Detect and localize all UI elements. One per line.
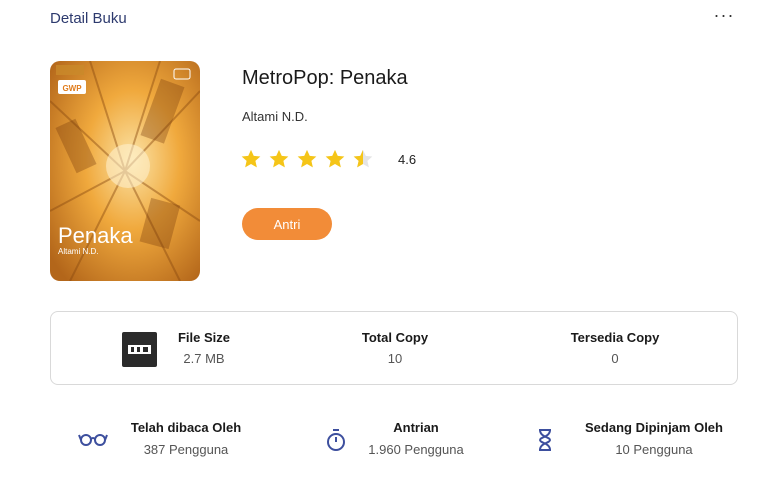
available-copy: Tersedia Copy 0 [555, 330, 675, 366]
read-by-label: Telah dibaca Oleh [130, 420, 242, 435]
more-options-icon[interactable]: ··· [712, 6, 736, 26]
publisher-badge-text: GWP [62, 84, 82, 93]
cover-author: Altami N.D. [58, 247, 98, 256]
file-size: File Size 2.7 MB [161, 330, 247, 366]
total-copy-value: 10 [387, 351, 403, 366]
queue-stat-value: 1.960 Pengguna [368, 442, 464, 457]
book-author: Altami N.D. [242, 109, 308, 124]
stopwatch-icon [327, 429, 345, 451]
rating-value: 4.6 [398, 151, 417, 167]
file-size-value: 2.7 MB [183, 351, 225, 366]
drm-icon [122, 332, 157, 367]
borrowed-by-value: 10 Pengguna [615, 442, 693, 457]
hourglass-icon [538, 429, 552, 451]
available-copy-value: 0 [611, 351, 619, 366]
file-info-card: File Size 2.7 MB Total Copy 10 Tersedia … [50, 311, 738, 385]
queue-stat: Antrian 1.960 Pengguna [356, 420, 476, 457]
star-icon [241, 149, 261, 168]
available-copy-label: Tersedia Copy [570, 330, 660, 345]
star-icon [325, 149, 345, 168]
rating: 4.6 [240, 148, 416, 170]
page-title: Detail Buku [50, 10, 127, 27]
book-cover: GWP Penaka Altami N.D. [50, 61, 200, 281]
total-copy: Total Copy 10 [345, 330, 445, 366]
queue-stat-label: Antrian [393, 420, 439, 435]
cover-title: Penaka [58, 223, 133, 248]
file-size-label: File Size [177, 330, 231, 345]
borrowed-by: Sedang Dipinjam Oleh 10 Pengguna [574, 420, 734, 457]
queue-button[interactable]: Antri [242, 208, 332, 240]
read-by-value: 387 Pengguna [143, 442, 229, 457]
glasses-icon [78, 434, 108, 446]
half-star-icon [353, 149, 373, 168]
star-icon [297, 149, 317, 168]
star-icon [269, 149, 289, 168]
total-copy-label: Total Copy [361, 330, 429, 345]
book-title: MetroPop: Penaka [242, 67, 408, 89]
read-by: Telah dibaca Oleh 387 Pengguna [116, 420, 256, 457]
borrowed-by-label: Sedang Dipinjam Oleh [585, 420, 723, 435]
